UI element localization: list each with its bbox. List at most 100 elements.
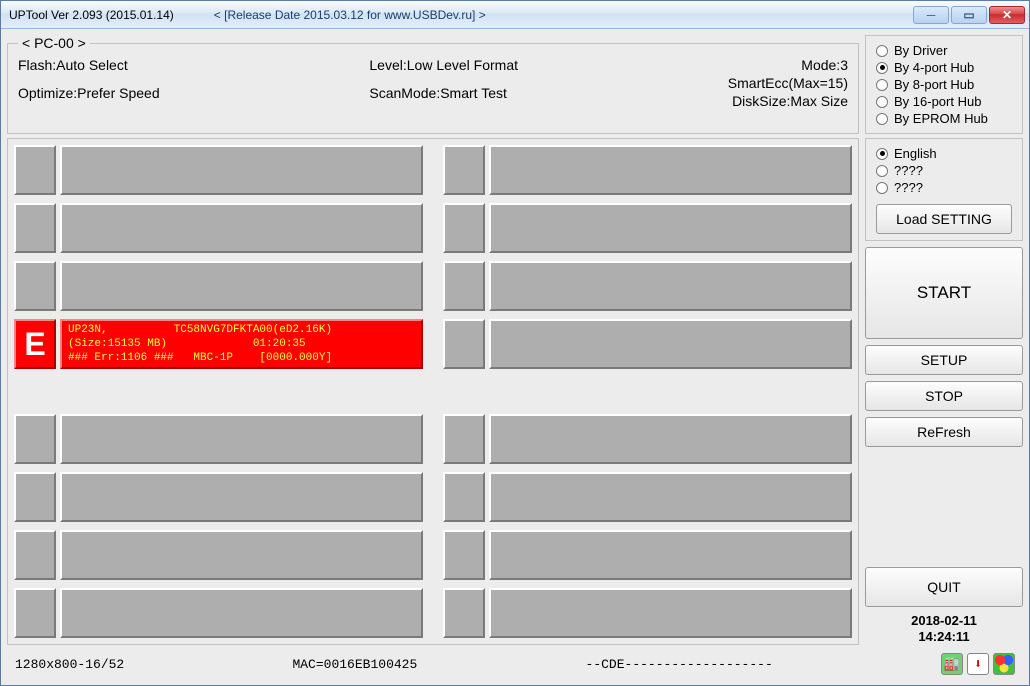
slot-body (489, 145, 852, 195)
refresh-button[interactable]: ReFresh (865, 417, 1023, 447)
slot-body (60, 414, 423, 464)
device-slot[interactable] (443, 319, 852, 369)
slot-tag (443, 319, 485, 369)
start-button[interactable]: START (865, 247, 1023, 339)
minimize-button[interactable]: ─ (913, 6, 949, 24)
optimize-value: Prefer Speed (77, 85, 160, 101)
hub-option-2[interactable]: By 8-port Hub (876, 76, 1012, 93)
device-slot[interactable] (443, 261, 852, 311)
slot-body (489, 530, 852, 580)
device-slot[interactable] (14, 145, 423, 195)
info-legend: < PC-00 > (18, 35, 90, 51)
slot-body (489, 588, 852, 638)
client-area: < PC-00 > Flash:Auto Select Optimize:Pre… (1, 29, 1029, 685)
lang-option-0[interactable]: English (876, 145, 1012, 162)
hub-option-label: By 16-port Hub (894, 94, 981, 109)
slot-tag (14, 472, 56, 522)
mode-label: Mode: (801, 57, 840, 73)
device-slot[interactable] (14, 414, 423, 464)
slot-tag (14, 203, 56, 253)
slot-tag (14, 414, 56, 464)
slot-tag (14, 261, 56, 311)
device-slot[interactable] (14, 472, 423, 522)
device-slot[interactable] (443, 414, 852, 464)
palette-icon[interactable] (993, 653, 1015, 675)
lang-option-label: ???? (894, 163, 923, 178)
status-bar: 1280x800-16/52 MAC=0016EB100425 --CDE---… (7, 649, 1023, 679)
smartecc-label: SmartEcc(Max=15) (728, 75, 848, 91)
app-window: UPTool Ver 2.093 (2015.01.14) < [Release… (0, 0, 1030, 686)
setup-button[interactable]: SETUP (865, 345, 1023, 375)
quit-button[interactable]: QUIT (865, 567, 1023, 607)
hub-mode-panel: By DriverBy 4-port HubBy 8-port Hub By 16… (865, 35, 1023, 134)
slot-body (60, 145, 423, 195)
download-icon[interactable]: ⬇ (967, 653, 989, 675)
slot-body (489, 203, 852, 253)
disksize-value: Max Size (790, 93, 848, 109)
level-label: Level: (369, 57, 406, 73)
device-slot[interactable] (14, 203, 423, 253)
slots-panel: EUP23N, TC58NVG7DFKTA00(eD2.16K) (Size:1… (7, 138, 859, 645)
maximize-button[interactable]: ▭ (951, 6, 987, 24)
slot-body (489, 261, 852, 311)
radio-icon (876, 96, 888, 108)
lang-option-1[interactable]: ???? (876, 162, 1012, 179)
language-panel: English???????? Load SETTING (865, 138, 1023, 241)
slot-tag (14, 145, 56, 195)
device-slot[interactable] (14, 261, 423, 311)
load-setting-button[interactable]: Load SETTING (876, 204, 1012, 234)
device-slot[interactable] (14, 530, 423, 580)
hub-option-3[interactable]: By 16-port Hub (876, 93, 1012, 110)
slot-tag (14, 530, 56, 580)
slot-body (60, 203, 423, 253)
radio-icon (876, 62, 888, 74)
lang-option-2[interactable]: ???? (876, 179, 1012, 196)
device-slot[interactable]: EUP23N, TC58NVG7DFKTA00(eD2.16K) (Size:1… (14, 319, 423, 369)
device-slot[interactable] (14, 588, 423, 638)
radio-icon (876, 113, 888, 125)
factory-icon[interactable]: 🏭 (941, 653, 963, 675)
slot-tag (443, 203, 485, 253)
slot-body (489, 414, 852, 464)
date-value: 2018-02-11 (865, 613, 1023, 629)
time-value: 14:24:11 (865, 629, 1023, 645)
radio-icon (876, 79, 888, 91)
optimize-label: Optimize: (18, 85, 77, 101)
stop-button[interactable]: STOP (865, 381, 1023, 411)
slot-body (489, 472, 852, 522)
app-title: UPTool Ver 2.093 (2015.01.14) (9, 8, 174, 22)
scanmode-value: Smart Test (440, 85, 507, 101)
scanmode-label: ScanMode: (369, 85, 440, 101)
radio-icon (876, 45, 888, 57)
slot-tag (443, 145, 485, 195)
status-mac: MAC=0016EB100425 (292, 657, 417, 672)
app-subtitle: < [Release Date 2015.03.12 for www.USBDe… (214, 8, 486, 22)
hub-option-0[interactable]: By Driver (876, 42, 1012, 59)
hub-option-1[interactable]: By 4-port Hub (876, 59, 1012, 76)
device-slot[interactable] (443, 588, 852, 638)
disksize-label: DiskSize: (732, 93, 790, 109)
slot-tag (443, 472, 485, 522)
datetime-display: 2018-02-11 14:24:11 (865, 613, 1023, 645)
hub-option-label: By 8-port Hub (894, 77, 974, 92)
titlebar: UPTool Ver 2.093 (2015.01.14) < [Release… (1, 1, 1029, 29)
hub-option-4[interactable]: By EPROM Hub (876, 110, 1012, 127)
radio-icon (876, 148, 888, 160)
slot-tag (443, 261, 485, 311)
close-button[interactable]: ✕ (989, 6, 1025, 24)
slot-body (60, 472, 423, 522)
radio-icon (876, 165, 888, 177)
device-slot[interactable] (443, 145, 852, 195)
slot-body (60, 261, 423, 311)
hub-option-label: By Driver (894, 43, 947, 58)
info-panel: < PC-00 > Flash:Auto Select Optimize:Pre… (7, 35, 859, 134)
device-slot[interactable] (443, 472, 852, 522)
slot-tag (443, 530, 485, 580)
status-cde: --CDE------------------- (586, 657, 773, 672)
level-value: Low Level Format (407, 57, 518, 73)
slot-body (489, 319, 852, 369)
slot-tag (443, 588, 485, 638)
device-slot[interactable] (443, 530, 852, 580)
slot-body (60, 588, 423, 638)
device-slot[interactable] (443, 203, 852, 253)
